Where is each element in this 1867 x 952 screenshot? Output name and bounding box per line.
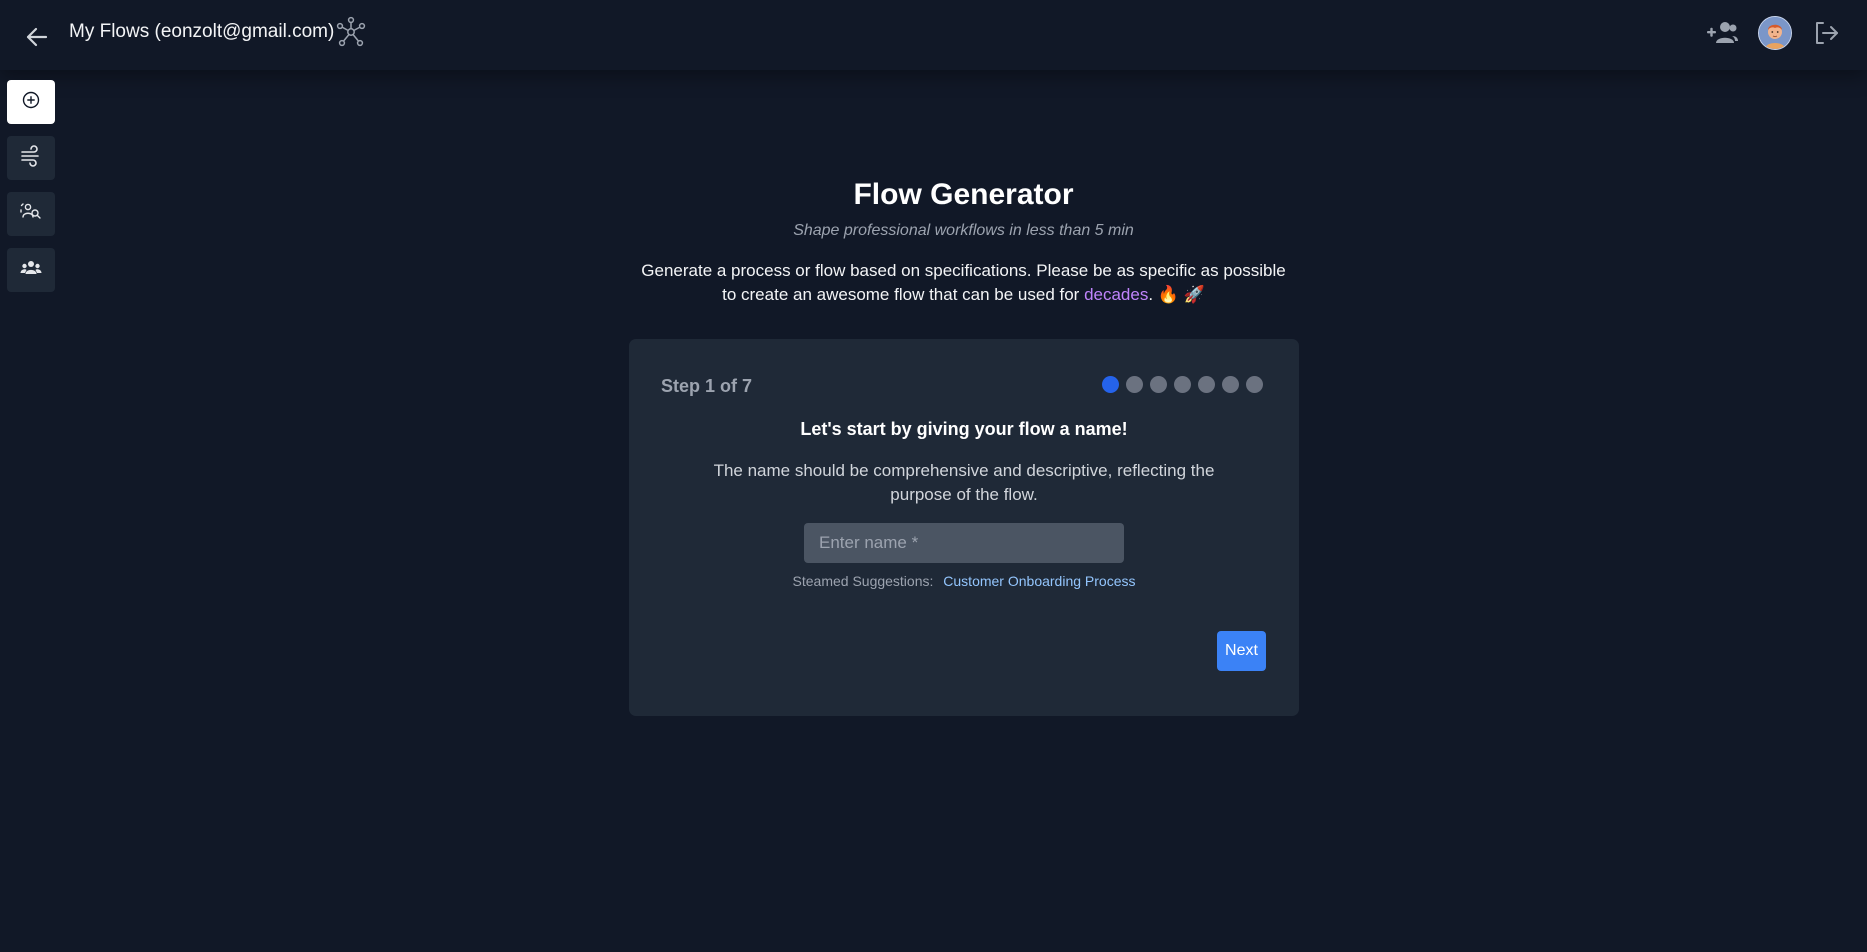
flow-name-input[interactable] (804, 523, 1124, 563)
network-graph-icon (335, 16, 367, 48)
step-label: Step 1 of 7 (661, 376, 753, 396)
sidebar (7, 80, 55, 304)
sidebar-item-new-flow[interactable] (7, 80, 55, 124)
suggestions-label: Steamed Suggestions: (792, 573, 934, 589)
description-highlight-link[interactable]: decades (1084, 285, 1148, 304)
team-icon (20, 257, 42, 284)
suggestion-link[interactable]: Customer Onboarding Process (943, 573, 1135, 589)
page-title: Flow Generator (853, 178, 1074, 211)
step-dot-7 (1246, 376, 1263, 393)
top-bar: My Flows (eonzolt@gmail.com) (0, 0, 1867, 70)
description-end: . 🔥 🚀 (1148, 285, 1205, 304)
next-button[interactable]: Next (1217, 631, 1266, 671)
page-description: Generate a process or flow based on spec… (640, 259, 1287, 307)
sidebar-item-team[interactable] (7, 248, 55, 292)
step-dot-1 (1102, 376, 1119, 393)
step-description: The name should be comprehensive and des… (713, 461, 1215, 504)
step-heading: Let's start by giving your flow a name! (800, 419, 1128, 439)
step-dot-5 (1198, 376, 1215, 393)
sidebar-item-user-search[interactable] (7, 192, 55, 236)
sidebar-item-flows[interactable] (7, 136, 55, 180)
page-header-title: My Flows (eonzolt@gmail.com) (69, 21, 335, 42)
plus-circle-icon (21, 90, 41, 115)
step-dot-3 (1150, 376, 1167, 393)
logout-icon[interactable] (1812, 19, 1840, 47)
step-progress-dots (1102, 376, 1270, 393)
step-dot-2 (1126, 376, 1143, 393)
back-arrow-icon[interactable] (22, 22, 52, 52)
user-avatar[interactable] (1758, 16, 1792, 50)
suggestions-row: Steamed Suggestions: Customer Onboarding… (629, 573, 1299, 589)
add-user-icon[interactable] (1706, 19, 1738, 47)
step-dot-4 (1174, 376, 1191, 393)
wind-icon (20, 144, 42, 172)
user-search-icon (20, 201, 42, 228)
page-subtitle: Shape professional workflows in less tha… (793, 222, 1134, 239)
wizard-card: Step 1 of 7 Let's start by giving your f… (629, 339, 1299, 716)
step-dot-6 (1222, 376, 1239, 393)
